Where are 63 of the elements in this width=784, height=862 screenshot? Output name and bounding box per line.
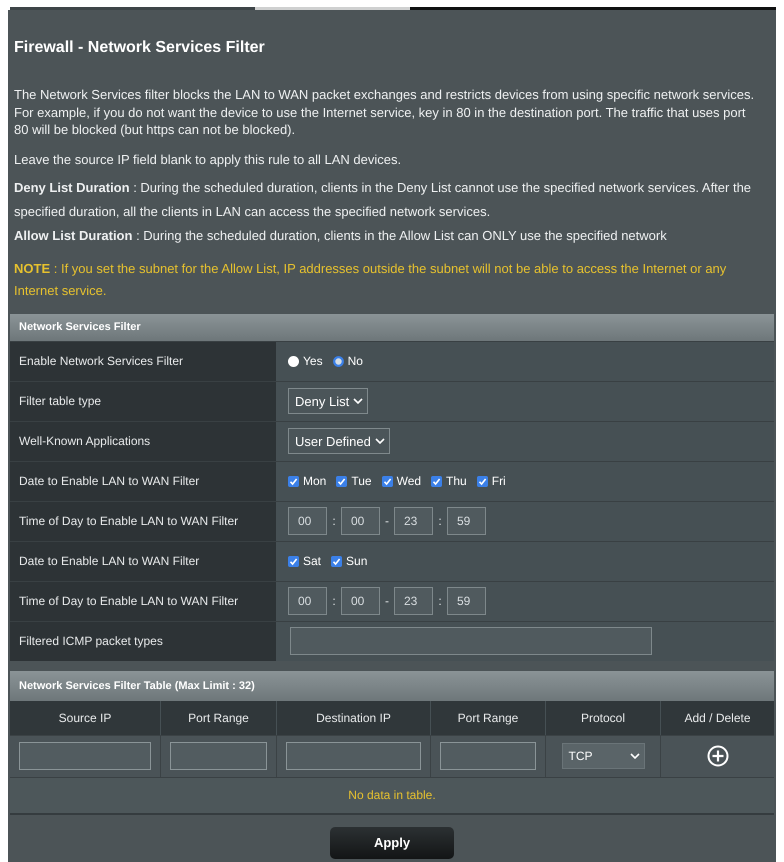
time-separator: - (384, 514, 390, 528)
time-separator: : (437, 594, 443, 608)
radio-button[interactable] (288, 356, 299, 366)
checkbox[interactable] (331, 556, 342, 566)
note-text: NOTE : If you set the subnet for the Allow List, IP addresses outside the subnet will not be able to access the Internet or any Internet service. (14, 260, 728, 300)
time-field[interactable]: 23 (394, 507, 433, 535)
dropdown[interactable]: TCP (562, 743, 644, 769)
section-header: Network Services Filter Table (Max Limit : 32) (10, 670, 774, 700)
time-field[interactable]: 23 (394, 587, 433, 615)
description-text: Leave the source IP field blank to apply this rule to all LAN devices. (14, 151, 402, 168)
checkbox-label: Sun (346, 554, 368, 568)
chevron-down-icon (374, 438, 385, 444)
page-title: Firewall - Network Services Filter (14, 39, 266, 57)
checkbox-label: Tue (351, 474, 372, 488)
setting-label: Well-Known Applications (10, 422, 276, 460)
setting-label: Time of Day to Enable LAN to WAN Filter (10, 502, 276, 540)
setting-label: Date to Enable LAN to WAN Filter (10, 462, 276, 500)
checkbox[interactable] (382, 476, 393, 486)
time-separator: : (437, 514, 443, 528)
radio-button[interactable] (332, 356, 344, 366)
checkbox-label: Sat (303, 554, 322, 568)
time-separator: : (331, 594, 337, 608)
time-field[interactable]: 59 (447, 507, 486, 535)
setting-label: Filter table type (10, 382, 276, 420)
chevron-down-icon (353, 398, 364, 404)
checkbox-label: Fri (492, 474, 506, 488)
time-separator: - (384, 594, 390, 608)
column-header: Add / Delete (683, 710, 752, 726)
time-field[interactable]: 59 (447, 587, 486, 615)
text-field[interactable] (170, 742, 267, 770)
radio-label: No (348, 354, 363, 368)
checkbox[interactable] (288, 476, 299, 486)
radio-label: Yes (303, 354, 323, 368)
section-header: Network Services Filter (10, 314, 774, 340)
chevron-down-icon (630, 753, 640, 759)
apply-button[interactable]: Apply (330, 826, 454, 858)
setting-label: Date to Enable LAN to WAN Filter (10, 542, 276, 580)
checkbox[interactable] (288, 556, 299, 566)
checkbox[interactable] (431, 476, 442, 486)
dropdown[interactable]: Deny List (288, 388, 368, 414)
dropdown[interactable]: User Defined (288, 428, 390, 454)
setting-label: Filtered ICMP packet types (10, 622, 276, 660)
text-field[interactable] (290, 627, 652, 655)
checkbox-label: Mon (303, 474, 326, 488)
time-field[interactable]: 00 (341, 507, 380, 535)
time-field[interactable]: 00 (288, 507, 327, 535)
text-field[interactable] (19, 742, 151, 770)
description-text: The Network Services filter blocks the LAN to WAN packet exchanges and restricts devices from using specific network services. For example, if you do not want the device to use the Internet service, key in 80 in the destination port. The traffic that uses port 80 will be blocked (but https can not be blocked). (14, 86, 756, 138)
checkbox[interactable] (476, 476, 488, 486)
checkbox-label: Wed (396, 474, 422, 488)
description-text: Deny List Duration : During the scheduled duration, clients in the Deny List cannot use the specified network services. After the specified duration, all the clients in LAN can access the specified network services. (14, 179, 752, 221)
setting-label: Enable Network Services Filter (10, 342, 276, 380)
text-field[interactable] (286, 742, 421, 770)
time-separator: : (331, 514, 337, 528)
description-text: Allow List Duration : During the scheduled duration, clients in the Allow List can ONLY use the specified network (14, 227, 668, 245)
plus-circle-icon[interactable] (706, 745, 728, 767)
empty-table-message: No data in table. (10, 776, 774, 814)
time-field[interactable]: 00 (341, 587, 380, 615)
checkbox[interactable] (336, 476, 348, 486)
checkbox-label: Thu (446, 474, 467, 488)
setting-label: Time of Day to Enable LAN to WAN Filter (10, 582, 276, 620)
text-field[interactable] (440, 742, 536, 770)
time-field[interactable]: 00 (288, 587, 327, 615)
